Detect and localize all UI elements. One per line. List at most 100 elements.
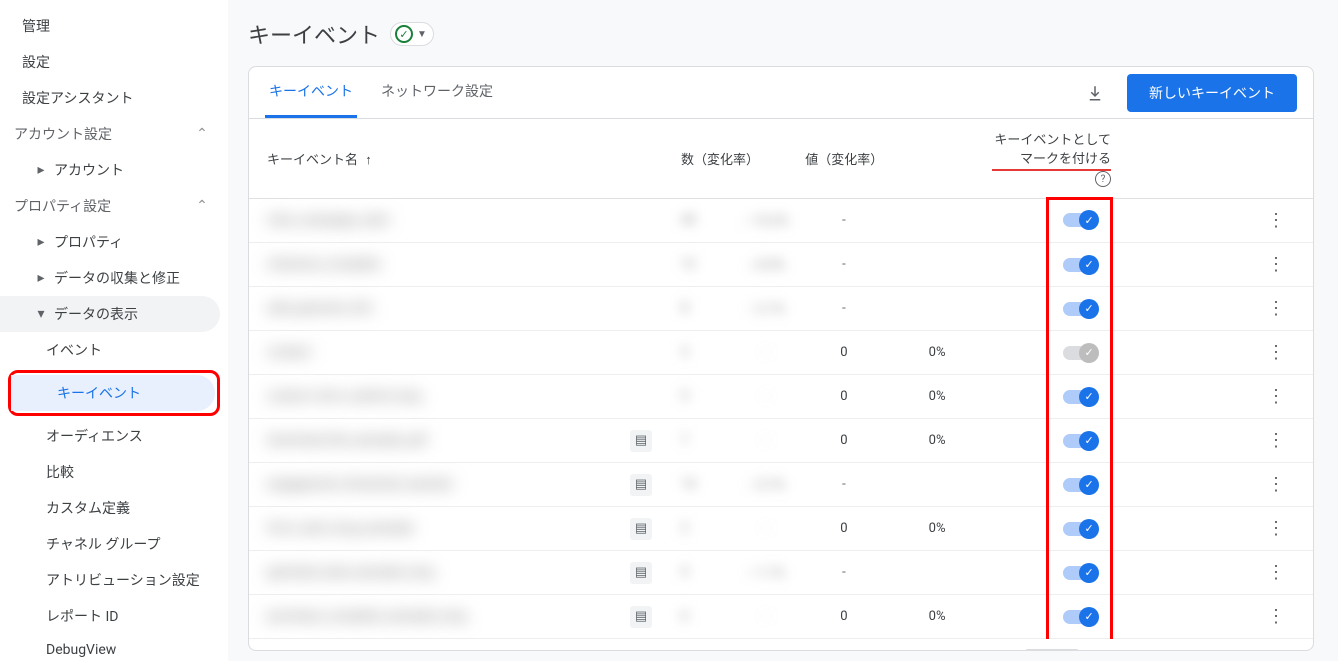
col-header-name[interactable]: キーイベント名 ↑ xyxy=(249,119,614,199)
sidebar-section-property[interactable]: プロパティ設定 ⌃ xyxy=(0,188,228,224)
mark-toggle[interactable]: ✓ xyxy=(1063,610,1095,624)
table-row: form_start_long_example▤2-00%✓⋮ xyxy=(249,507,1313,551)
row-menu-icon[interactable]: ⋮ xyxy=(1267,518,1285,539)
help-icon[interactable]: ? xyxy=(1095,171,1111,187)
event-value-rate: 0% xyxy=(890,507,983,551)
tab-key-events[interactable]: キーイベント xyxy=(265,67,357,118)
page-chip-icon: ▤ xyxy=(630,474,652,496)
event-name: checkout_complete xyxy=(267,257,380,272)
mark-toggle[interactable]: ✓ xyxy=(1063,434,1095,448)
event-value: 0 xyxy=(797,331,890,375)
event-value-rate: 0% xyxy=(890,419,983,463)
event-count: 5 xyxy=(681,389,688,404)
caret-right-icon: ▸ xyxy=(34,270,48,286)
event-count: 7 xyxy=(681,433,688,448)
tab-network-settings[interactable]: ネットワーク設定 xyxy=(377,67,497,118)
mark-toggle[interactable]: ✓ xyxy=(1063,346,1095,360)
sidebar-item-attribution[interactable]: アトリビューション設定 xyxy=(0,562,228,598)
mark-toggle[interactable]: ✓ xyxy=(1063,390,1095,404)
table-row: generate_lead_example_long▤9↑ 1.1%-✓⋮ xyxy=(249,551,1313,595)
event-value-rate xyxy=(890,199,983,243)
row-menu-icon[interactable]: ⋮ xyxy=(1267,606,1285,627)
col-header-value[interactable]: 値（変化率） xyxy=(797,119,983,199)
sidebar-item-property[interactable]: ▸ プロパティ xyxy=(0,224,228,260)
event-name: add_payment_info xyxy=(267,301,373,316)
key-events-table: キーイベント名 ↑ 数（変化率） 値（変化率） キーイベントとしてマークを付ける… xyxy=(249,119,1313,639)
sidebar-item-settings[interactable]: 設定 xyxy=(0,44,228,80)
table-row: click_campaign_start45↑ 13.2%-✓⋮ xyxy=(249,199,1313,243)
event-rate: - xyxy=(764,521,768,536)
event-name: contact xyxy=(267,345,311,360)
sidebar-item-admin[interactable]: 管理 xyxy=(0,8,228,44)
sidebar-item-label: データの収集と修正 xyxy=(54,268,180,288)
row-menu-icon[interactable]: ⋮ xyxy=(1267,474,1285,495)
sidebar-item-debugview[interactable]: DebugView xyxy=(0,634,228,661)
sidebar-item-custom-definitions[interactable]: カスタム定義 xyxy=(0,490,228,526)
event-count: 6 xyxy=(681,609,688,624)
mark-toggle[interactable]: ✓ xyxy=(1063,302,1095,316)
sidebar-item-report-id[interactable]: レポート ID xyxy=(0,598,228,634)
page-title: キーイベント xyxy=(248,18,380,50)
event-value-rate: 0% xyxy=(890,595,983,639)
event-value-rate xyxy=(890,463,983,507)
event-name: purchase_complete_example_long xyxy=(267,609,466,624)
sidebar-item-key-events[interactable]: キーイベント xyxy=(11,375,215,411)
event-value: 0 xyxy=(797,375,890,419)
page-chip-icon: ▤ xyxy=(630,562,652,584)
row-menu-icon[interactable]: ⋮ xyxy=(1267,386,1285,407)
caret-right-icon: ▸ xyxy=(34,234,48,250)
event-rate: - xyxy=(764,433,768,448)
col-header-mark-label: キーイベントとしてマークを付ける xyxy=(992,129,1111,171)
page-chip-icon: ▤ xyxy=(630,430,652,452)
row-menu-icon[interactable]: ⋮ xyxy=(1267,254,1285,275)
table-row: download_file_example_pdf▤7-00%✓⋮ xyxy=(249,419,1313,463)
sidebar-item-label: アカウント xyxy=(54,160,124,180)
event-value: - xyxy=(797,287,890,331)
sort-asc-icon: ↑ xyxy=(365,153,372,168)
sidebar-item-channel-group[interactable]: チャネル グループ xyxy=(0,526,228,562)
new-key-event-button[interactable]: 新しいキーイベント xyxy=(1127,74,1297,112)
content-card: キーイベント ネットワーク設定 新しいキーイベント キーイベント名 ↑ xyxy=(248,66,1314,651)
sidebar-item-data-collection[interactable]: ▸ データの収集と修正 xyxy=(0,260,228,296)
row-menu-icon[interactable]: ⋮ xyxy=(1267,298,1285,319)
event-count: 12 xyxy=(681,257,696,272)
page-size-select[interactable]: 10 ▼ xyxy=(1024,649,1081,651)
sidebar-item-events[interactable]: イベント xyxy=(0,332,228,368)
pager: Items per page: 10 ▼ 1 – 10 of 27 I◂ ◂ ▸… xyxy=(249,639,1313,651)
event-value: - xyxy=(797,243,890,287)
sidebar-item-setup-assistant[interactable]: 設定アシスタント xyxy=(0,80,228,116)
mark-toggle[interactable]: ✓ xyxy=(1063,478,1095,492)
mark-toggle[interactable]: ✓ xyxy=(1063,213,1095,227)
status-dropdown[interactable]: ✓ ▼ xyxy=(390,22,434,46)
col-header-count[interactable]: 数（変化率） xyxy=(673,119,797,199)
event-value: - xyxy=(797,551,890,595)
mark-toggle[interactable]: ✓ xyxy=(1063,522,1095,536)
mark-toggle[interactable]: ✓ xyxy=(1063,566,1095,580)
row-menu-icon[interactable]: ⋮ xyxy=(1267,562,1285,583)
table-row: checkout_complete12↓ 8.5%-✓⋮ xyxy=(249,243,1313,287)
row-menu-icon[interactable]: ⋮ xyxy=(1267,430,1285,451)
check-circle-icon: ✓ xyxy=(395,25,413,43)
event-count: 9 xyxy=(681,565,688,580)
row-menu-icon[interactable]: ⋮ xyxy=(1267,210,1285,231)
sidebar-item-audiences[interactable]: オーディエンス xyxy=(0,418,228,454)
event-name: download_file_example_pdf xyxy=(267,433,427,448)
event-rate: ↑ 2.1% xyxy=(748,302,785,317)
event-value-rate: 0% xyxy=(890,375,983,419)
mark-toggle[interactable]: ✓ xyxy=(1063,258,1095,272)
sidebar-section-account[interactable]: アカウント設定 ⌃ xyxy=(0,116,228,152)
row-menu-icon[interactable]: ⋮ xyxy=(1267,342,1285,363)
sidebar-item-account[interactable]: ▸ アカウント xyxy=(0,152,228,188)
chevron-up-icon: ⌃ xyxy=(192,126,212,142)
table-row: custom_form_submit_long5-00%✓⋮ xyxy=(249,375,1313,419)
event-rate: ↑ 13.2% xyxy=(744,214,789,229)
table-row: purchase_complete_example_long▤6-00%✓⋮ xyxy=(249,595,1313,639)
download-icon[interactable] xyxy=(1083,81,1107,105)
event-rate: ↑ 5.7% xyxy=(748,478,785,493)
sidebar-item-compare[interactable]: 比較 xyxy=(0,454,228,490)
caret-down-icon: ▾ xyxy=(34,306,48,322)
event-rate: ↑ 1.1% xyxy=(748,566,785,581)
main: キーイベント ✓ ▼ キーイベント ネットワーク設定 新しいキーイベント xyxy=(228,0,1338,661)
sidebar-item-data-display[interactable]: ▾ データの表示 xyxy=(0,296,220,332)
event-count: 14 xyxy=(681,477,696,492)
